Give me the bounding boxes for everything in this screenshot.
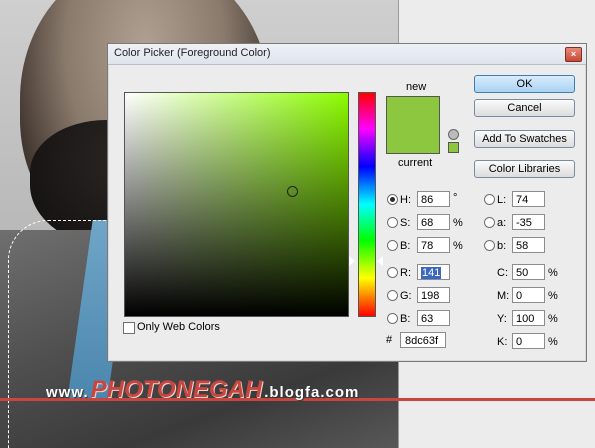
magenta-input[interactable]: 0 <box>512 287 545 303</box>
dialog-title: Color Picker (Foreground Color) <box>114 47 271 59</box>
color-picker-dialog: Color Picker (Foreground Color) × new cu… <box>107 43 587 362</box>
watermark-prefix: www. <box>46 384 89 401</box>
cyan-label: C: <box>497 267 508 279</box>
color-cursor[interactable] <box>287 186 298 197</box>
saturation-input[interactable]: 68 <box>417 214 450 230</box>
watermark-suffix: .blogfa.com <box>264 384 360 401</box>
saturation-brightness-field[interactable] <box>124 92 349 317</box>
red-label: R: <box>400 267 411 279</box>
title-bar[interactable]: Color Picker (Foreground Color) × <box>108 44 586 65</box>
cyan-input[interactable]: 50 <box>512 264 545 280</box>
red-radio[interactable] <box>387 267 398 278</box>
yellow-unit: % <box>548 313 558 325</box>
color-libraries-button[interactable]: Color Libraries <box>474 160 575 178</box>
hue-label: H: <box>400 194 411 206</box>
blue-label: B: <box>400 313 411 325</box>
new-color-label: new <box>406 81 427 93</box>
blue-input[interactable]: 63 <box>417 310 450 326</box>
a-channel-radio[interactable] <box>484 217 495 228</box>
lightness-input[interactable]: 74 <box>512 191 545 207</box>
b-channel-input[interactable]: 58 <box>512 237 545 253</box>
hue-slider-right-arrow[interactable] <box>377 256 383 266</box>
only-web-colors-label: Only Web Colors <box>137 321 220 333</box>
ok-button[interactable]: OK <box>474 75 575 93</box>
hue-slider-left-arrow[interactable] <box>349 256 355 266</box>
saturation-radio[interactable] <box>387 217 398 228</box>
black-label: K: <box>497 336 508 348</box>
watermark-brand: PHOTONEGAH <box>90 376 263 403</box>
add-to-swatches-button[interactable]: Add To Swatches <box>474 130 575 148</box>
hex-input[interactable]: 8dc63f <box>400 332 446 348</box>
a-channel-input[interactable]: -35 <box>512 214 545 230</box>
lightness-radio[interactable] <box>484 194 495 205</box>
b-channel-radio[interactable] <box>484 240 495 251</box>
saturation-unit: % <box>453 217 463 229</box>
hue-radio[interactable] <box>387 194 398 205</box>
brightness-label: B: <box>400 240 411 252</box>
brightness-unit: % <box>453 240 463 252</box>
new-color-swatch <box>386 96 440 135</box>
brightness-input[interactable]: 78 <box>417 237 450 253</box>
green-label: G: <box>400 290 412 302</box>
current-color-label: current <box>398 157 433 169</box>
web-safe-warning-icon[interactable] <box>448 129 459 140</box>
saturation-label: S: <box>400 217 411 229</box>
green-radio[interactable] <box>387 290 398 301</box>
close-button[interactable]: × <box>565 47 582 62</box>
current-color-swatch[interactable] <box>386 134 440 154</box>
hue-slider[interactable] <box>358 92 376 317</box>
brightness-radio[interactable] <box>387 240 398 251</box>
black-unit: % <box>548 336 558 348</box>
cancel-button[interactable]: Cancel <box>474 99 575 117</box>
hue-input[interactable]: 86 <box>417 191 450 207</box>
b-channel-label: b: <box>497 240 507 252</box>
hex-hash-label: # <box>386 334 393 346</box>
watermark: www. PHOTONEGAH .blogfa.com <box>46 376 360 403</box>
magenta-label: M: <box>497 290 510 302</box>
blue-radio[interactable] <box>387 313 398 324</box>
only-web-colors-checkbox[interactable] <box>123 322 135 334</box>
a-channel-label: a: <box>497 217 507 229</box>
red-input-value[interactable]: 141 <box>421 267 442 279</box>
web-safe-color-swatch[interactable] <box>448 142 459 153</box>
yellow-input[interactable]: 100 <box>512 310 545 326</box>
red-input[interactable]: 141 <box>417 264 450 280</box>
hue-unit: ° <box>453 192 458 204</box>
magenta-unit: % <box>548 290 558 302</box>
yellow-label: Y: <box>497 313 507 325</box>
lightness-label: L: <box>497 194 507 206</box>
cyan-unit: % <box>548 267 558 279</box>
green-input[interactable]: 198 <box>417 287 450 303</box>
black-input[interactable]: 0 <box>512 333 545 349</box>
